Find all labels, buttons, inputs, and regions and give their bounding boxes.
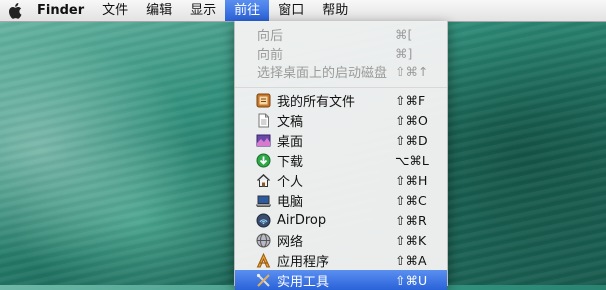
download-icon (255, 152, 271, 168)
menu-item-shortcut: ⇧⌘U (395, 272, 428, 288)
menu-item-shortcut: ⇧⌘K (395, 232, 427, 248)
menu-item-utilities[interactable]: 实用工具 ⇧⌘U (235, 270, 447, 290)
menu-item-shortcut: ⇧⌘O (395, 112, 428, 128)
menu-item-label: 电脑 (277, 194, 304, 210)
document-icon (255, 112, 271, 128)
desktop-icon (255, 132, 271, 148)
menu-window[interactable]: 窗口 (269, 0, 313, 21)
menu-item-downloads[interactable]: 下载 ⌥⌘L (235, 150, 447, 170)
menu-file[interactable]: 文件 (93, 0, 137, 21)
menu-item-label: 我的所有文件 (277, 94, 356, 110)
menu-item-label: 网络 (277, 234, 304, 250)
menu-edit[interactable]: 编辑 (137, 0, 181, 21)
menu-item-label: 文稿 (277, 114, 304, 130)
menu-item-home[interactable]: 个人 ⇧⌘H (235, 170, 447, 190)
menu-item-label: 桌面 (277, 134, 304, 150)
menu-item-shortcut: ⇧⌘C (395, 192, 427, 208)
menu-view[interactable]: 显示 (181, 0, 225, 21)
menu-item-forward: 向前 ⌘] (235, 43, 447, 63)
home-icon (255, 172, 271, 188)
menu-item-label: 向后 (257, 28, 284, 44)
all-files-icon (255, 92, 271, 108)
network-icon (255, 232, 271, 248)
menu-item-label: 实用工具 (277, 274, 330, 290)
menu-item-desktop[interactable]: 桌面 ⇧⌘D (235, 130, 447, 150)
apple-icon[interactable] (0, 0, 30, 21)
menu-item-airdrop[interactable]: AirDrop ⇧⌘R (235, 210, 447, 230)
menu-item-label: 下载 (277, 154, 304, 170)
menu-finder[interactable]: Finder (30, 0, 93, 21)
menu-item-computer[interactable]: 电脑 ⇧⌘C (235, 190, 447, 210)
menu-separator (235, 87, 447, 88)
menu-item-label: 向前 (257, 47, 284, 63)
utilities-icon (255, 272, 271, 288)
menu-bar: Finder 文件 编辑 显示 前往 窗口 帮助 (0, 0, 606, 22)
menu-item-shortcut: ⌘] (395, 45, 413, 61)
menu-item-documents[interactable]: 文稿 ⇧⌘O (235, 110, 447, 130)
menu-item-back: 向后 ⌘[ (235, 24, 447, 44)
menu-item-shortcut: ⌥⌘L (395, 152, 429, 168)
menu-item-label: 个人 (277, 174, 304, 190)
menu-go[interactable]: 前往 (225, 0, 270, 21)
applications-icon (255, 252, 271, 268)
menu-item-label: AirDrop (277, 212, 327, 228)
airdrop-icon (255, 212, 271, 228)
menu-item-label: 选择桌面上的启动磁盘 (257, 65, 388, 81)
menu-item-all-files[interactable]: 我的所有文件 ⇧⌘F (235, 90, 447, 110)
menu-item-shortcut: ⇧⌘R (395, 212, 427, 228)
menu-item-shortcut: ⇧⌘↑ (395, 63, 429, 79)
go-menu-dropdown: 向后 ⌘[ 向前 ⌘] 选择桌面上的启动磁盘 ⇧⌘↑ 我的所有文件 ⇧⌘F 文稿… (234, 21, 448, 290)
menu-item-applications[interactable]: 应用程序 ⇧⌘A (235, 250, 447, 270)
computer-icon (255, 192, 271, 208)
menu-item-shortcut: ⇧⌘F (395, 92, 426, 108)
menu-item-network[interactable]: 网络 ⇧⌘K (235, 230, 447, 250)
menu-item-shortcut: ⇧⌘A (395, 252, 427, 268)
menu-help[interactable]: 帮助 (313, 0, 357, 21)
menu-item-startup-disk: 选择桌面上的启动磁盘 ⇧⌘↑ (235, 61, 447, 81)
menu-item-shortcut: ⇧⌘H (395, 172, 428, 188)
menu-item-shortcut: ⇧⌘D (395, 132, 428, 148)
menu-item-shortcut: ⌘[ (395, 26, 413, 42)
menu-item-label: 应用程序 (277, 254, 330, 270)
